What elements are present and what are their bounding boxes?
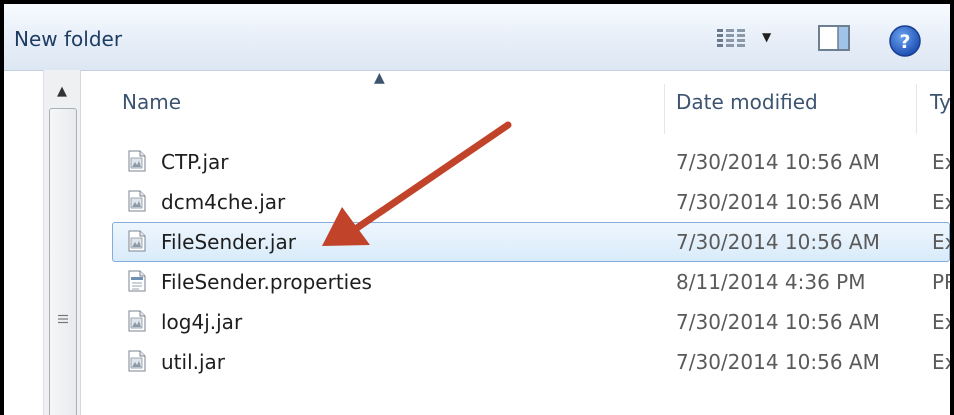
scroll-up-arrow-icon[interactable]: ▲ xyxy=(47,80,77,104)
file-name: CTP.jar xyxy=(161,150,229,174)
svg-text:?: ? xyxy=(899,31,910,53)
file-date-modified: 7/30/2014 10:56 AM xyxy=(676,310,880,334)
file-row[interactable]: CTP.jar 7/30/2014 10:56 AM Ex xyxy=(112,142,950,182)
file-name: log4j.jar xyxy=(161,310,243,334)
column-divider[interactable] xyxy=(664,84,665,134)
file-date-modified: 8/11/2014 4:36 PM xyxy=(676,270,866,294)
file-date-modified: 7/30/2014 10:56 AM xyxy=(676,230,880,254)
grip-icon xyxy=(58,314,68,324)
column-divider[interactable] xyxy=(916,84,917,134)
file-row[interactable]: FileSender.properties 8/11/2014 4:36 PM … xyxy=(112,262,950,302)
file-type: PR xyxy=(932,270,950,294)
column-header-date-modified[interactable]: Date modified xyxy=(676,90,818,114)
column-header-name[interactable]: Name xyxy=(122,90,181,114)
file-row[interactable]: log4j.jar 7/30/2014 10:56 AM Ex xyxy=(112,302,950,342)
scrollbar-thumb[interactable] xyxy=(49,108,77,415)
file-name: dcm4che.jar xyxy=(161,190,286,214)
preview-pane-icon xyxy=(818,25,850,51)
file-name: util.jar xyxy=(161,350,226,374)
help-button[interactable]: ? xyxy=(888,24,922,58)
details-view-icon xyxy=(717,29,745,47)
jar-file-icon xyxy=(128,190,146,212)
file-type: Ex xyxy=(932,230,950,254)
file-date-modified: 7/30/2014 10:56 AM xyxy=(676,350,880,374)
command-bar: New folder ▼ ? xyxy=(4,4,950,71)
file-row[interactable]: dcm4che.jar 7/30/2014 10:56 AM Ex xyxy=(112,182,950,222)
file-name: FileSender.properties xyxy=(161,270,372,294)
file-type: Ex xyxy=(932,150,950,174)
properties-file-icon xyxy=(128,270,146,292)
column-header-type[interactable]: Ty xyxy=(930,90,950,114)
file-type: Ex xyxy=(932,350,950,374)
file-type: Ex xyxy=(932,310,950,334)
new-folder-button[interactable]: New folder xyxy=(14,27,122,51)
change-view-button[interactable]: ▼ xyxy=(710,24,780,52)
jar-file-icon xyxy=(128,230,146,252)
preview-pane-button[interactable] xyxy=(816,24,852,52)
jar-file-icon xyxy=(128,350,146,372)
sort-ascending-icon: ▲ xyxy=(374,70,385,86)
help-icon: ? xyxy=(889,25,921,57)
file-name: FileSender.jar xyxy=(161,230,296,254)
file-date-modified: 7/30/2014 10:56 AM xyxy=(676,150,880,174)
vertical-scrollbar[interactable]: ▲ xyxy=(43,70,81,415)
file-list: CTP.jar 7/30/2014 10:56 AM Ex dcm4che.ja… xyxy=(112,142,950,382)
column-header-row: ▲ Name Date modified Ty xyxy=(80,70,950,134)
file-row-selected[interactable]: FileSender.jar 7/30/2014 10:56 AM Ex xyxy=(112,222,950,262)
file-date-modified: 7/30/2014 10:56 AM xyxy=(676,190,880,214)
jar-file-icon xyxy=(128,310,146,332)
file-type: Ex xyxy=(932,190,950,214)
chevron-down-icon[interactable]: ▼ xyxy=(762,30,771,44)
jar-file-icon xyxy=(128,150,146,172)
file-row[interactable]: util.jar 7/30/2014 10:56 AM Ex xyxy=(112,342,950,382)
explorer-window: New folder ▼ ? ▲ ▲ Name Date modified Ty… xyxy=(0,0,954,415)
